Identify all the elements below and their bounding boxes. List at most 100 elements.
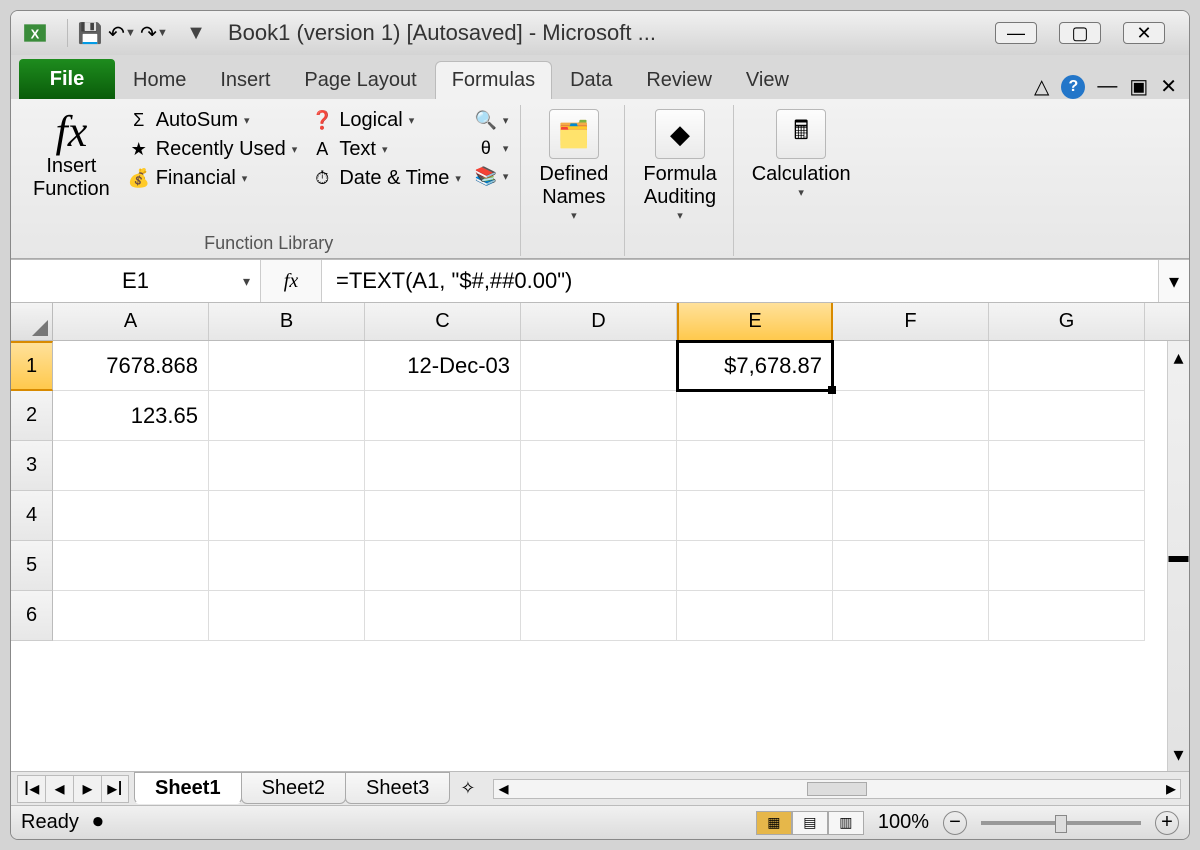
cell-D1[interactable] — [521, 341, 677, 391]
worksheet-grid[interactable]: ABCDEFG 17678.86812-Dec-03$7,678.872123.… — [11, 303, 1189, 771]
defined-names-button[interactable]: 🗂️ Defined Names ▾ — [531, 107, 616, 252]
workbook-minimize-icon[interactable]: — — [1097, 75, 1117, 98]
help-icon[interactable]: ? — [1061, 75, 1085, 99]
ribbon-tab-view[interactable]: View — [730, 61, 805, 99]
cell-E4[interactable] — [677, 491, 833, 541]
select-all-corner[interactable] — [11, 303, 53, 340]
workbook-close-icon[interactable]: ✕ — [1160, 74, 1177, 99]
row-header-1[interactable]: 1 — [11, 341, 53, 391]
sheet-nav-prev-icon[interactable]: ◂ — [45, 775, 73, 803]
cell-B2[interactable] — [209, 391, 365, 441]
ribbon-tab-insert[interactable]: Insert — [204, 61, 286, 99]
scroll-left-icon[interactable]: ◂ — [498, 776, 508, 801]
minimize-button[interactable]: — — [995, 22, 1037, 44]
formula-auditing-button[interactable]: ◆ Formula Auditing ▾ — [635, 107, 724, 252]
cell-D5[interactable] — [521, 541, 677, 591]
cell-C6[interactable] — [365, 591, 521, 641]
cell-D4[interactable] — [521, 491, 677, 541]
row-header-5[interactable]: 5 — [11, 541, 53, 591]
ribbon-tab-formulas[interactable]: Formulas — [435, 61, 552, 99]
cell-F5[interactable] — [833, 541, 989, 591]
zoom-in-button[interactable]: + — [1155, 811, 1179, 835]
new-sheet-button[interactable]: ✧ — [450, 778, 485, 799]
sheet-tab-sheet3[interactable]: Sheet3 — [345, 772, 450, 804]
cell-G5[interactable] — [989, 541, 1145, 591]
close-button[interactable]: ✕ — [1123, 22, 1165, 44]
calculation-button[interactable]: 🖩 Calculation ▾ — [744, 107, 859, 252]
zoom-level[interactable]: 100% — [878, 811, 929, 834]
cell-C3[interactable] — [365, 441, 521, 491]
cell-F2[interactable] — [833, 391, 989, 441]
cell-B3[interactable] — [209, 441, 365, 491]
col-header-D[interactable]: D — [521, 303, 677, 340]
cell-C1[interactable]: 12-Dec-03 — [365, 341, 521, 391]
cell-E5[interactable] — [677, 541, 833, 591]
cell-B1[interactable] — [209, 341, 365, 391]
minimize-ribbon-icon[interactable]: △ — [1034, 74, 1049, 99]
cell-B4[interactable] — [209, 491, 365, 541]
macro-record-icon[interactable]: ⏺ — [93, 811, 103, 834]
view-page-break-button[interactable]: ▥ — [828, 811, 864, 835]
sheet-nav-last-icon[interactable]: ▸І — [101, 775, 129, 803]
scroll-right-icon[interactable]: ▸ — [1166, 776, 1176, 801]
ribbon-tab-home[interactable]: Home — [117, 61, 202, 99]
cell-F6[interactable] — [833, 591, 989, 641]
cell-A4[interactable] — [53, 491, 209, 541]
zoom-out-button[interactable]: − — [943, 811, 967, 835]
col-header-F[interactable]: F — [833, 303, 989, 340]
qat-customize-icon[interactable]: ▼ — [182, 19, 210, 47]
cell-G4[interactable] — [989, 491, 1145, 541]
cell-A3[interactable] — [53, 441, 209, 491]
sheet-tab-sheet2[interactable]: Sheet2 — [241, 772, 346, 804]
math-trig-button[interactable]: θ▾ — [471, 135, 513, 161]
view-page-layout-button[interactable]: ▤ — [792, 811, 828, 835]
cell-G1[interactable] — [989, 341, 1145, 391]
ribbon-tab-page-layout[interactable]: Page Layout — [288, 61, 432, 99]
cell-G6[interactable] — [989, 591, 1145, 641]
financial-button[interactable]: 💰Financial ▾ — [124, 165, 302, 192]
view-normal-button[interactable]: ▦ — [756, 811, 792, 835]
col-header-E[interactable]: E — [677, 303, 833, 340]
cell-B5[interactable] — [209, 541, 365, 591]
more-functions-button[interactable]: 📚▾ — [471, 163, 513, 189]
formula-input[interactable]: =TEXT(A1, "$#,##0.00") — [321, 260, 1159, 302]
date-time-button[interactable]: ⏱Date & Time ▾ — [307, 165, 465, 192]
cell-E3[interactable] — [677, 441, 833, 491]
row-header-6[interactable]: 6 — [11, 591, 53, 641]
logical-button[interactable]: ❓Logical ▾ — [307, 107, 465, 134]
row-header-2[interactable]: 2 — [11, 391, 53, 441]
ribbon-tab-data[interactable]: Data — [554, 61, 628, 99]
scroll-thumb[interactable] — [807, 782, 867, 796]
undo-icon[interactable]: ↶▼ — [108, 19, 136, 47]
cell-F3[interactable] — [833, 441, 989, 491]
vertical-scrollbar[interactable]: ▴ ▬ ▾ — [1167, 341, 1189, 771]
horizontal-scrollbar[interactable]: ◂ ▸ — [493, 779, 1181, 799]
name-box-dropdown-icon[interactable]: ▾ — [243, 273, 250, 290]
sheet-tab-sheet1[interactable]: Sheet1 — [134, 772, 242, 804]
cell-D3[interactable] — [521, 441, 677, 491]
sheet-nav-next-icon[interactable]: ▸ — [73, 775, 101, 803]
scroll-down-icon[interactable]: ▾ — [1173, 742, 1183, 767]
insert-function-button[interactable]: fx Insert Function — [25, 107, 118, 231]
cell-A5[interactable] — [53, 541, 209, 591]
cell-D2[interactable] — [521, 391, 677, 441]
split-handle-icon[interactable]: ▬ — [1169, 545, 1189, 568]
col-header-A[interactable]: A — [53, 303, 209, 340]
col-header-B[interactable]: B — [209, 303, 365, 340]
cell-C2[interactable] — [365, 391, 521, 441]
maximize-button[interactable]: ▢ — [1059, 22, 1101, 44]
save-icon[interactable]: 💾 — [76, 19, 104, 47]
cell-C5[interactable] — [365, 541, 521, 591]
cell-E1[interactable]: $7,678.87 — [677, 341, 833, 391]
redo-icon[interactable]: ↷▼ — [140, 19, 168, 47]
cell-F4[interactable] — [833, 491, 989, 541]
cell-A6[interactable] — [53, 591, 209, 641]
zoom-slider[interactable] — [981, 821, 1141, 825]
cell-C4[interactable] — [365, 491, 521, 541]
row-header-4[interactable]: 4 — [11, 491, 53, 541]
cell-B6[interactable] — [209, 591, 365, 641]
lookup-reference-button[interactable]: 🔍▾ — [471, 107, 513, 133]
cell-A2[interactable]: 123.65 — [53, 391, 209, 441]
scroll-up-icon[interactable]: ▴ — [1173, 345, 1183, 370]
autosum-button[interactable]: ΣAutoSum ▾ — [124, 107, 302, 134]
